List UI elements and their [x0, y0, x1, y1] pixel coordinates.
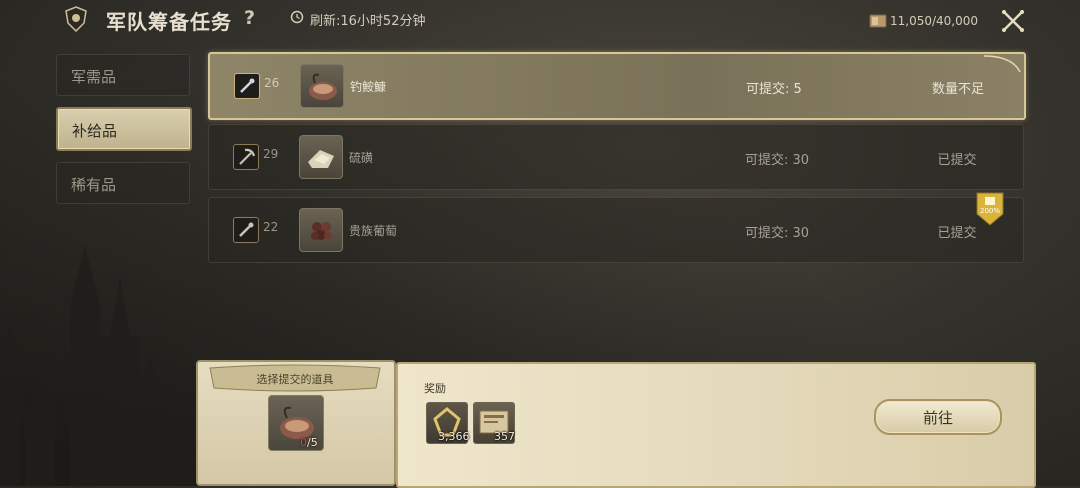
fishing-rod-icon	[234, 73, 260, 99]
selected-count-current: 0	[300, 436, 307, 449]
clock-icon	[290, 10, 304, 24]
task-row[interactable]: 26 钓鮟鱇 可提交: 5 数量不足	[208, 52, 1026, 120]
bonus-badge: 200%	[976, 192, 1004, 226]
harvest-tool-icon	[233, 217, 259, 243]
task-available: 可提交: 30	[745, 226, 810, 241]
reward-value: 3,366	[438, 430, 470, 443]
sidebar-item-label: 稀有品	[71, 176, 117, 194]
task-row[interactable]: 22 贵族葡萄 可提交: 30 已提交	[208, 197, 1024, 263]
grape-item-icon	[299, 208, 343, 252]
ornament-corner-icon	[983, 55, 1021, 73]
task-status: 已提交	[937, 153, 977, 168]
sulfur-item-icon	[299, 135, 343, 179]
task-item-name: 硫磺	[349, 151, 374, 165]
selected-count-total: /5	[307, 436, 318, 449]
submit-ribbon-label: 选择提交的道具	[256, 373, 334, 386]
task-status: 数量不足	[931, 82, 984, 97]
sidebar-item-label: 补给品	[72, 122, 118, 140]
task-available: 可提交: 5	[746, 82, 802, 97]
anglerfish-item-icon	[300, 64, 344, 108]
go-button[interactable]: 前往	[874, 399, 1002, 435]
shield-emblem-icon	[65, 6, 87, 32]
go-button-label: 前往	[922, 409, 953, 427]
task-item-name: 贵族葡萄	[349, 224, 398, 238]
task-level: 26	[264, 76, 280, 90]
task-level: 22	[263, 220, 279, 234]
sidebar-item-rare-items[interactable]: 稀有品	[56, 162, 190, 204]
task-row[interactable]: 29 硫磺 可提交: 30 已提交	[208, 124, 1024, 190]
reward-value: 357	[494, 430, 515, 443]
header-bar: 军队筹备任务 ? 刷新:16小时52分钟 11,050/40,000	[0, 0, 1080, 40]
bonus-badge-label: 200%	[979, 207, 1000, 215]
task-level: 29	[263, 147, 279, 161]
pickaxe-icon	[233, 144, 259, 170]
task-available: 可提交: 30	[745, 153, 810, 168]
sidebar-item-military-supplies[interactable]: 军需品	[56, 54, 190, 96]
help-button[interactable]: ?	[244, 7, 255, 29]
refresh-timer: 刷新:16小时52分钟	[310, 14, 426, 29]
task-item-name: 钓鮟鱇	[350, 80, 387, 94]
sidebar-item-label: 军需品	[71, 68, 117, 86]
selected-count: 0/5	[300, 436, 318, 449]
reward-label: 奖励	[424, 382, 446, 395]
castle-silhouette	[0, 246, 220, 486]
contribution-points: 11,050/40,000	[890, 14, 979, 28]
close-icon[interactable]	[1000, 8, 1026, 34]
contribution-ticket-icon	[869, 14, 887, 28]
sidebar-item-supplies[interactable]: 补给品	[56, 107, 192, 151]
page-title: 军队筹备任务	[106, 10, 232, 34]
